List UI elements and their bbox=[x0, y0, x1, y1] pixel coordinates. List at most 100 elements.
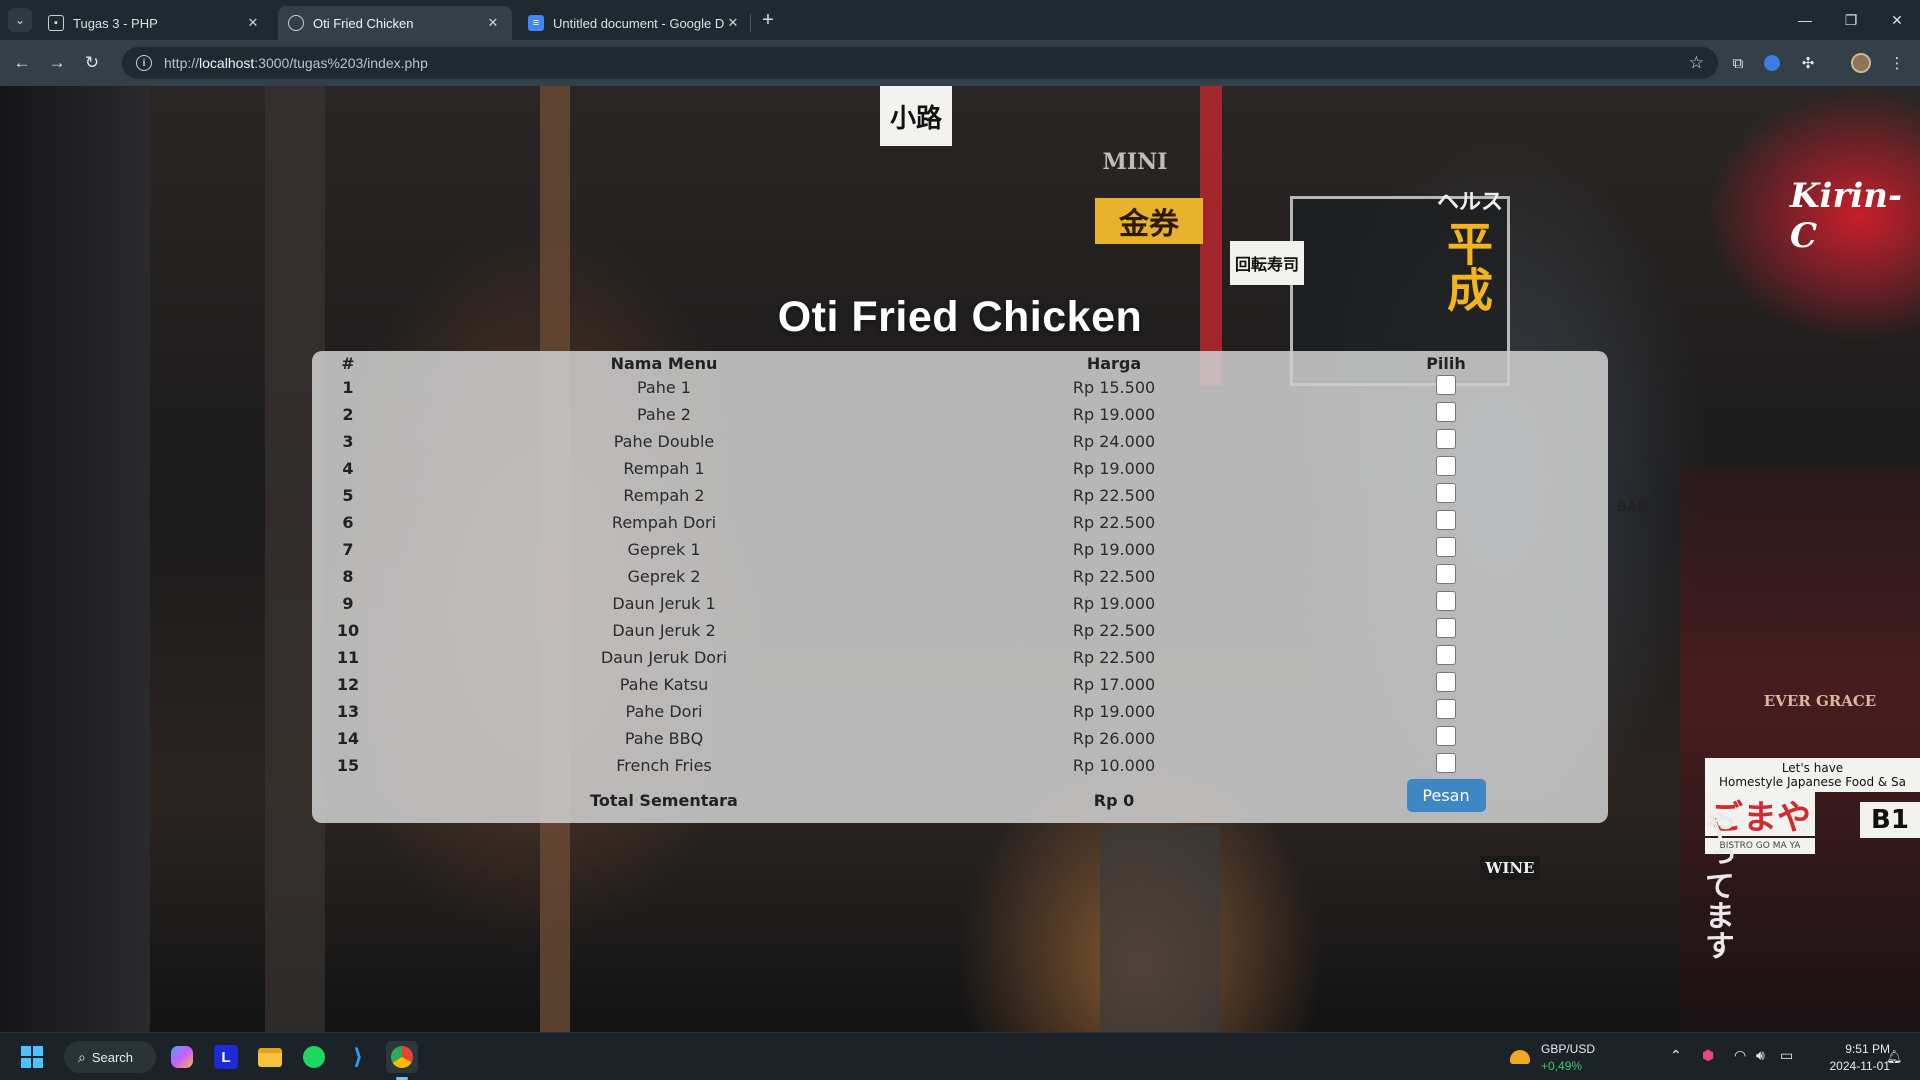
volume-icon[interactable]: 🔊︎ bbox=[1756, 1047, 1765, 1064]
total-row: Total Sementara Rp 0 Pesan bbox=[312, 778, 1608, 821]
background-wall-left bbox=[0, 86, 150, 1032]
row-pick-checkbox[interactable] bbox=[1436, 563, 1456, 584]
weather-ticker-icon[interactable] bbox=[1504, 1041, 1536, 1073]
forward-arrow-icon[interactable]: → bbox=[43, 49, 71, 77]
chrome-menu-icon[interactable]: ⋮ bbox=[1886, 52, 1908, 74]
row-pick-checkbox[interactable] bbox=[1436, 752, 1456, 773]
tab-title: Oti Fried Chicken bbox=[313, 15, 414, 31]
row-pick-checkbox[interactable] bbox=[1436, 725, 1456, 746]
row-pick-checkbox[interactable] bbox=[1436, 671, 1456, 692]
row-pick-checkbox[interactable] bbox=[1436, 617, 1456, 638]
row-pick-checkbox[interactable] bbox=[1436, 590, 1456, 611]
spotify-icon[interactable] bbox=[298, 1041, 330, 1073]
tab-divider bbox=[750, 14, 751, 32]
chrome-taskbar-icon[interactable] bbox=[386, 1041, 418, 1073]
row-pick-cell bbox=[1284, 455, 1608, 482]
row-pick-checkbox[interactable] bbox=[1436, 428, 1456, 449]
table-row: 6 Rempah Dori Rp 22.500 bbox=[312, 509, 1608, 536]
row-number: 10 bbox=[336, 621, 360, 640]
row-menu-name: Pahe 2 bbox=[637, 405, 691, 424]
header-price: Harga bbox=[1086, 354, 1142, 373]
battery-icon[interactable]: ▭ bbox=[1780, 1047, 1793, 1064]
tray-chevron-up-icon[interactable]: ⌃ bbox=[1670, 1047, 1682, 1064]
row-price: Rp 22.500 bbox=[1072, 648, 1156, 667]
extensions-puzzle-icon[interactable]: ✣ bbox=[1797, 52, 1819, 74]
wifi-icon[interactable]: ◠ bbox=[1734, 1047, 1746, 1064]
file-explorer-icon[interactable] bbox=[254, 1041, 286, 1073]
bookmark-star-icon[interactable]: ☆ bbox=[1689, 53, 1704, 73]
row-pick-checkbox[interactable] bbox=[1436, 536, 1456, 557]
docs-icon: ≡ bbox=[528, 15, 544, 31]
table-row: 7 Geprek 1 Rp 19.000 bbox=[312, 536, 1608, 563]
site-info-icon[interactable]: i bbox=[136, 55, 152, 71]
row-menu-name: Rempah 1 bbox=[623, 459, 705, 478]
order-cell: Pesan bbox=[1284, 778, 1608, 821]
row-pick-cell bbox=[1284, 725, 1608, 752]
l-app-icon[interactable]: L bbox=[210, 1041, 242, 1073]
row-pick-cell bbox=[1284, 428, 1608, 455]
close-tab-icon[interactable]: ✕ bbox=[484, 14, 502, 32]
row-number: 2 bbox=[342, 405, 354, 424]
row-pick-checkbox[interactable] bbox=[1436, 509, 1456, 530]
vscode-icon[interactable]: ⟩ bbox=[342, 1041, 374, 1073]
url-path: :3000/tugas%203/index.php bbox=[254, 55, 428, 71]
row-number: 9 bbox=[342, 594, 354, 613]
taskbar-search[interactable]: ⌕ Search bbox=[64, 1041, 156, 1073]
tab-tugas-3[interactable]: ▪ Tugas 3 - PHP ✕ bbox=[38, 6, 272, 40]
row-price: Rp 24.000 bbox=[1072, 432, 1156, 451]
table-row: 3 Pahe Double Rp 24.000 bbox=[312, 428, 1608, 455]
address-bar[interactable]: i http://localhost:3000/tugas%203/index.… bbox=[122, 47, 1718, 79]
row-price: Rp 19.000 bbox=[1072, 594, 1156, 613]
close-window-icon[interactable]: ✕ bbox=[1874, 6, 1920, 34]
background-sign-yatte: やってます bbox=[1699, 810, 1734, 960]
extension-blue-icon[interactable] bbox=[1761, 52, 1783, 74]
order-button[interactable]: Pesan bbox=[1406, 778, 1486, 812]
reload-icon[interactable]: ↻ bbox=[78, 49, 106, 77]
ticker-name: GBP/USD bbox=[1541, 1042, 1596, 1056]
tab-google-docs[interactable]: ≡ Untitled document - Google Do ✕ bbox=[518, 6, 752, 40]
row-pick-checkbox[interactable] bbox=[1436, 374, 1456, 395]
menu-rows: 1 Pahe 1 Rp 15.500 2 Pahe 2 Rp 19.000 3 Pahe Do… bbox=[312, 374, 1608, 779]
row-price: Rp 15.500 bbox=[1072, 378, 1156, 397]
restore-icon[interactable]: ❐ bbox=[1828, 6, 1874, 34]
background-street bbox=[1100, 826, 1220, 1032]
row-pick-checkbox[interactable] bbox=[1436, 644, 1456, 665]
row-pick-cell bbox=[1284, 590, 1608, 617]
row-number: 5 bbox=[342, 486, 354, 505]
table-row: 9 Daun Jeruk 1 Rp 19.000 bbox=[312, 590, 1608, 617]
globe-icon bbox=[288, 15, 304, 31]
row-pick-checkbox[interactable] bbox=[1436, 401, 1456, 422]
browser-tab-strip: ⌄ ▪ Tugas 3 - PHP ✕ Oti Fried Chicken ✕ … bbox=[0, 0, 1920, 40]
tab-oti-fried-chicken[interactable]: Oti Fried Chicken ✕ bbox=[278, 6, 512, 40]
row-pick-cell bbox=[1284, 752, 1608, 779]
windows-start-icon[interactable] bbox=[16, 1041, 48, 1073]
tab-search-chevron-icon[interactable]: ⌄ bbox=[8, 8, 32, 32]
close-tab-icon[interactable]: ✕ bbox=[724, 14, 742, 32]
notification-bell-icon[interactable]: 🔔︎ bbox=[1886, 1049, 1903, 1065]
row-pick-checkbox[interactable] bbox=[1436, 455, 1456, 476]
browser-toolbar: ← → ↻ i http://localhost:3000/tugas%203/… bbox=[0, 40, 1920, 86]
clock-date[interactable]: 2024-11-01 bbox=[1810, 1059, 1891, 1073]
translate-icon[interactable]: ⧉ bbox=[1727, 52, 1749, 74]
clock-time[interactable]: 9:51 PM bbox=[1830, 1042, 1890, 1056]
row-pick-checkbox[interactable] bbox=[1436, 482, 1456, 503]
table-row: 12 Pahe Katsu Rp 17.000 bbox=[312, 671, 1608, 698]
row-number: 6 bbox=[342, 513, 354, 532]
row-price: Rp 26.000 bbox=[1072, 729, 1156, 748]
table-row: 13 Pahe Dori Rp 19.000 bbox=[312, 698, 1608, 725]
address-url[interactable]: http://localhost:3000/tugas%203/index.ph… bbox=[164, 55, 428, 71]
row-menu-name: Geprek 2 bbox=[627, 567, 701, 586]
row-menu-name: Pahe BBQ bbox=[624, 729, 704, 748]
copilot-icon[interactable] bbox=[166, 1041, 198, 1073]
row-number: 11 bbox=[336, 648, 360, 667]
back-arrow-icon[interactable]: ← bbox=[8, 49, 36, 77]
row-menu-name: Geprek 1 bbox=[627, 540, 701, 559]
row-pick-checkbox[interactable] bbox=[1436, 698, 1456, 719]
background-sign-ever-grace: EVER GRACE bbox=[1763, 692, 1877, 710]
row-price: Rp 22.500 bbox=[1072, 621, 1156, 640]
profile-avatar-icon[interactable] bbox=[1850, 52, 1872, 74]
close-tab-icon[interactable]: ✕ bbox=[244, 14, 262, 32]
minimize-icon[interactable]: — bbox=[1782, 6, 1828, 34]
new-tab-plus-icon[interactable]: + bbox=[756, 8, 780, 32]
tray-app-icon[interactable]: ⬢ bbox=[1702, 1047, 1714, 1064]
